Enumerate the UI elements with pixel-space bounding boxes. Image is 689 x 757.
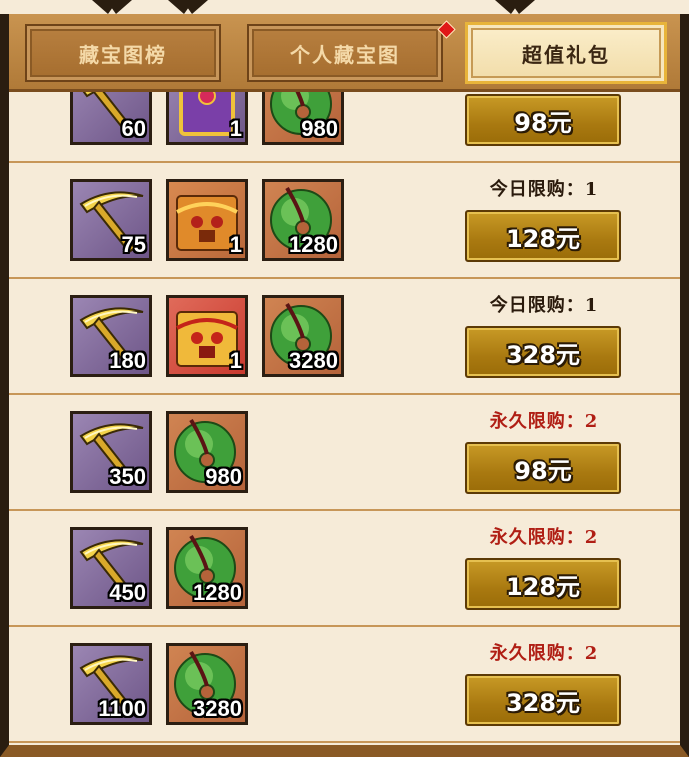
purchase-limit-label: 永久限购：2 xyxy=(489,527,599,548)
price-label: 328元 xyxy=(505,688,581,717)
reward-item-slot[interactable]: 1280 xyxy=(166,527,248,609)
item-quantity: 350 xyxy=(109,464,146,489)
reward-item-slot[interactable]: 350 xyxy=(70,411,152,493)
item-quantity: 1280 xyxy=(193,580,242,605)
purchase-limit-label: 今日限购：1 xyxy=(489,179,599,200)
item-quantity: 450 xyxy=(109,580,146,605)
buy-button[interactable]: 328元 xyxy=(465,326,621,378)
reward-item-slot[interactable]: 180 xyxy=(70,295,152,377)
gift-pack-row: 350 980 永久限购：2 98元 xyxy=(9,395,680,511)
flame-ornament xyxy=(92,0,132,14)
purchase-limit-label: 永久限购：2 xyxy=(489,643,599,664)
price-label: 328元 xyxy=(505,340,581,369)
item-quantity: 1100 xyxy=(98,696,146,721)
price-label: 128元 xyxy=(505,572,581,601)
purchase-limit-label: 永久限购：2 xyxy=(489,411,599,432)
flame-ornament xyxy=(168,0,208,14)
reward-item-slot[interactable]: 980 xyxy=(166,411,248,493)
reward-item-slot[interactable]: 450 xyxy=(70,527,152,609)
item-quantity: 3280 xyxy=(289,348,338,373)
top-decoration xyxy=(0,0,689,14)
item-quantity: 980 xyxy=(301,116,338,141)
item-quantity: 3280 xyxy=(193,696,242,721)
tab-personal-treasure-map[interactable]: 个人藏宝图 xyxy=(247,24,443,82)
item-quantity: 60 xyxy=(121,116,146,141)
buy-button[interactable]: 98元 xyxy=(465,94,621,146)
gift-pack-row: 75 1 1280 今日限购：1 128元 xyxy=(9,163,680,279)
reward-item-slot[interactable]: 1 xyxy=(166,179,248,261)
flame-ornament xyxy=(495,0,535,14)
tab-bar: 藏宝图榜 个人藏宝图 超值礼包 xyxy=(9,14,680,92)
tab-treasure-map-ranking[interactable]: 藏宝图榜 xyxy=(25,24,221,82)
item-quantity: 1 xyxy=(229,116,242,141)
reward-item-slot[interactable]: 1100 xyxy=(70,643,152,725)
gift-pack-row: 450 1280 永久限购：2 128元 xyxy=(9,511,680,627)
item-quantity: 180 xyxy=(109,348,146,373)
item-quantity: 75 xyxy=(121,232,146,257)
price-label: 98元 xyxy=(514,108,572,137)
tab-label: 个人藏宝图 xyxy=(290,42,400,67)
reward-item-slot[interactable]: 3280 xyxy=(262,295,344,377)
price-label: 128元 xyxy=(505,224,581,253)
tab-label: 超值礼包 xyxy=(522,42,610,67)
reward-item-slot[interactable]: 3280 xyxy=(166,643,248,725)
item-quantity: 1280 xyxy=(289,232,338,257)
item-quantity: 1 xyxy=(229,232,242,257)
tab-label: 藏宝图榜 xyxy=(79,42,167,67)
item-quantity: 1 xyxy=(229,348,242,373)
reward-item-slot[interactable]: 75 xyxy=(70,179,152,261)
tab-value-gift-pack[interactable]: 超值礼包 xyxy=(465,22,667,84)
gift-pack-row: 180 1 3280 今日限购：1 328元 xyxy=(9,279,680,395)
buy-button[interactable]: 98元 xyxy=(465,442,621,494)
reward-item-slot[interactable]: 1 xyxy=(166,295,248,377)
purchase-limit-label: 今日限购：1 xyxy=(489,295,599,316)
reward-item-slot[interactable]: 1280 xyxy=(262,179,344,261)
price-label: 98元 xyxy=(514,456,572,485)
buy-button[interactable]: 328元 xyxy=(465,674,621,726)
buy-button[interactable]: 128元 xyxy=(465,558,621,610)
buy-button[interactable]: 128元 xyxy=(465,210,621,262)
item-quantity: 980 xyxy=(205,464,242,489)
gift-pack-row: 1100 3280 永久限购：2 328元 xyxy=(9,627,680,743)
